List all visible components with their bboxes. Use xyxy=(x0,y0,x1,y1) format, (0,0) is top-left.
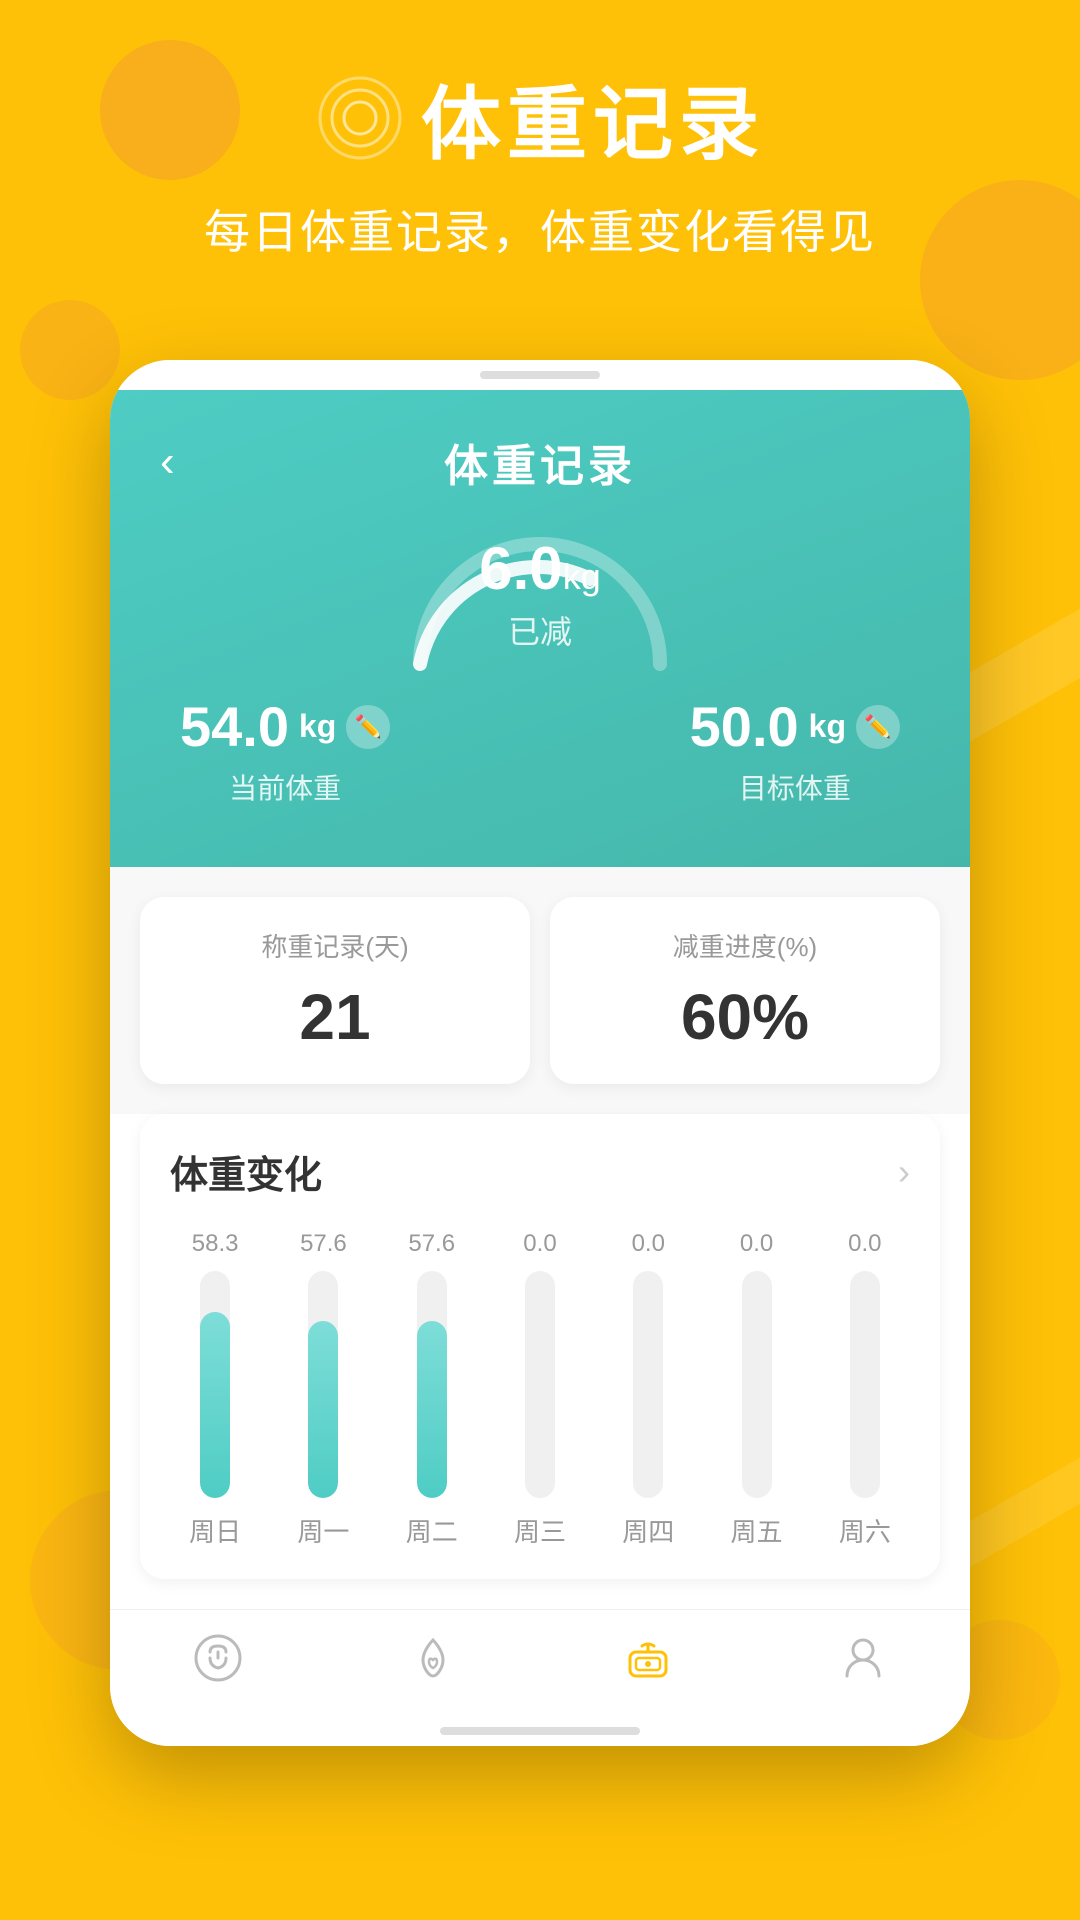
target-weight-unit: kg xyxy=(809,708,846,745)
phone-home xyxy=(110,1716,970,1746)
food-icon xyxy=(190,1630,246,1686)
bar-day-label: 周二 xyxy=(406,1512,458,1549)
current-weight-value-row: 54.0 kg ✏️ xyxy=(180,694,390,759)
bar-day-label: 周六 xyxy=(839,1512,891,1549)
bar-value-label: 57.6 xyxy=(300,1229,347,1259)
chart-more-button[interactable]: › xyxy=(898,1151,910,1193)
background: 体重记录 每日体重记录，体重变化看得见 ‹ 体重记录 xyxy=(0,0,1080,1920)
app-nav: ‹ 体重记录 xyxy=(160,430,920,494)
nav-item-food[interactable] xyxy=(190,1630,246,1686)
chart-section: 体重变化 › 58.3 周日 57.6 周一 57.6 周二 0.0 周三 0.0 周四 0.0 周五… xyxy=(140,1114,940,1579)
nav-item-person[interactable] xyxy=(835,1630,891,1686)
phone-mockup: ‹ 体重记录 6.0kg 已减 xyxy=(110,360,970,1746)
chart-bars: 58.3 周日 57.6 周一 57.6 周二 0.0 周三 0.0 周四 0.0 周五 0.0 周六 xyxy=(170,1229,910,1549)
bar-fill xyxy=(200,1312,230,1498)
bar-day-label: 周一 xyxy=(297,1512,349,1549)
back-button[interactable]: ‹ xyxy=(160,437,175,487)
edit-current-weight-button[interactable]: ✏️ xyxy=(346,705,390,749)
days-value: 21 xyxy=(170,980,500,1054)
scale-icon xyxy=(620,1630,676,1686)
target-weight-num: 50.0 xyxy=(690,694,799,759)
fire-icon xyxy=(405,1630,461,1686)
bar-track xyxy=(742,1271,772,1498)
bar-track xyxy=(200,1271,230,1498)
bar-track xyxy=(633,1271,663,1498)
nav-item-scale[interactable] xyxy=(620,1630,676,1686)
chart-bar-col: 57.6 周一 xyxy=(278,1229,368,1549)
chart-header: 体重变化 › xyxy=(170,1144,910,1199)
current-weight-unit: kg xyxy=(299,708,336,745)
bar-day-label: 周四 xyxy=(622,1512,674,1549)
home-bar xyxy=(440,1727,640,1735)
progress-label: 减重进度(%) xyxy=(580,927,910,964)
nav-title: 体重记录 xyxy=(444,430,636,494)
bar-value-label: 0.0 xyxy=(632,1229,665,1259)
person-icon xyxy=(835,1630,891,1686)
deco-circle-3 xyxy=(20,300,120,400)
days-card: 称重记录(天) 21 xyxy=(140,897,530,1084)
bar-track xyxy=(308,1271,338,1498)
bar-track xyxy=(850,1271,880,1498)
chart-bar-col: 0.0 周三 xyxy=(495,1229,585,1549)
chart-title: 体重变化 xyxy=(170,1144,322,1199)
target-weight-label: 目标体重 xyxy=(690,767,900,807)
current-weight-label: 当前体重 xyxy=(180,767,390,807)
target-weight-value-row: 50.0 kg ✏️ xyxy=(690,694,900,759)
gauge-container: 6.0kg 已减 xyxy=(160,524,920,664)
notch-bar xyxy=(480,371,600,379)
bar-track xyxy=(417,1271,447,1498)
gauge-value: 6.0 xyxy=(479,535,562,602)
bar-value-label: 57.6 xyxy=(408,1229,455,1259)
chart-bar-col: 0.0 周六 xyxy=(820,1229,910,1549)
weight-stats: 54.0 kg ✏️ 当前体重 50.0 kg ✏️ 目标体重 xyxy=(160,694,920,807)
current-weight-stat: 54.0 kg ✏️ 当前体重 xyxy=(180,694,390,807)
chart-bar-col: 58.3 周日 xyxy=(170,1229,260,1549)
stats-cards: 称重记录(天) 21 减重进度(%) 60% xyxy=(110,867,970,1114)
gauge-unit: kg xyxy=(563,556,601,597)
bar-day-label: 周日 xyxy=(189,1512,241,1549)
bar-value-label: 58.3 xyxy=(192,1229,239,1259)
chart-bar-col: 0.0 周五 xyxy=(711,1229,801,1549)
bar-value-label: 0.0 xyxy=(523,1229,556,1259)
bar-day-label: 周五 xyxy=(731,1512,783,1549)
header-title: 体重记录 xyxy=(421,60,765,176)
app-header: ‹ 体重记录 6.0kg 已减 xyxy=(110,390,970,867)
current-weight-num: 54.0 xyxy=(180,694,289,759)
progress-value: 60% xyxy=(580,980,910,1054)
bar-day-label: 周三 xyxy=(514,1512,566,1549)
chart-bar-col: 0.0 周四 xyxy=(603,1229,693,1549)
header-icon xyxy=(315,73,405,163)
target-weight-stat: 50.0 kg ✏️ 目标体重 xyxy=(690,694,900,807)
phone-notch xyxy=(110,360,970,390)
top-header: 体重记录 每日体重记录，体重变化看得见 xyxy=(0,60,1080,262)
chart-bar-col: 57.6 周二 xyxy=(387,1229,477,1549)
nav-item-fire[interactable] xyxy=(405,1630,461,1686)
bar-fill xyxy=(308,1321,338,1498)
days-label: 称重记录(天) xyxy=(170,927,500,964)
header-subtitle: 每日体重记录，体重变化看得见 xyxy=(0,196,1080,262)
bar-fill xyxy=(417,1321,447,1498)
progress-card: 减重进度(%) 60% xyxy=(550,897,940,1084)
bar-value-label: 0.0 xyxy=(740,1229,773,1259)
edit-target-weight-button[interactable]: ✏️ xyxy=(856,705,900,749)
bar-value-label: 0.0 xyxy=(848,1229,881,1259)
bottom-nav xyxy=(110,1609,970,1716)
gauge-label: 已减 xyxy=(479,607,600,653)
bar-track xyxy=(525,1271,555,1498)
